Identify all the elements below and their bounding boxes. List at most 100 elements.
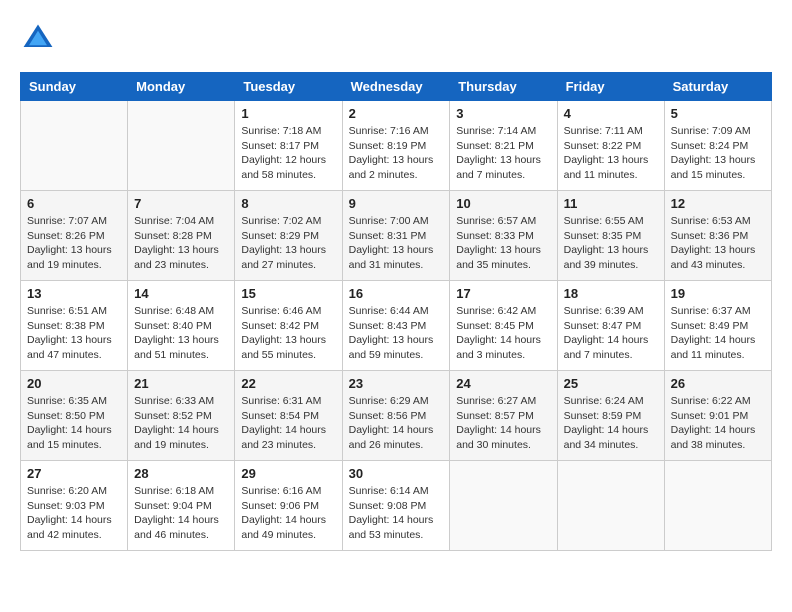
day-number: 26 bbox=[671, 376, 765, 391]
day-number: 2 bbox=[349, 106, 444, 121]
calendar-day-cell: 22 Sunrise: 6:31 AMSunset: 8:54 PMDayligh… bbox=[235, 371, 342, 461]
calendar-day-cell: 17 Sunrise: 6:42 AMSunset: 8:45 PMDayligh… bbox=[450, 281, 557, 371]
calendar-day-cell: 27 Sunrise: 6:20 AMSunset: 9:03 PMDayligh… bbox=[21, 461, 128, 551]
day-info: Sunrise: 6:24 AMSunset: 8:59 PMDaylight:… bbox=[564, 394, 658, 453]
day-number: 1 bbox=[241, 106, 335, 121]
calendar-day-cell: 28 Sunrise: 6:18 AMSunset: 9:04 PMDayligh… bbox=[128, 461, 235, 551]
day-number: 10 bbox=[456, 196, 550, 211]
calendar-day-cell: 13Sunrise: 6:51 AMSunset: 8:38 PMDayligh… bbox=[21, 281, 128, 371]
day-number: 18 bbox=[564, 286, 658, 301]
day-info: Sunrise: 7:00 AMSunset: 8:31 PMDaylight:… bbox=[349, 214, 444, 273]
calendar-day-cell: 5 Sunrise: 7:09 AMSunset: 8:24 PMDaylight… bbox=[664, 101, 771, 191]
calendar-day-cell: 14 Sunrise: 6:48 AMSunset: 8:40 PMDayligh… bbox=[128, 281, 235, 371]
calendar-day-cell: 10Sunrise: 6:57 AMSunset: 8:33 PMDayligh… bbox=[450, 191, 557, 281]
day-number: 5 bbox=[671, 106, 765, 121]
calendar-day-cell: 9 Sunrise: 7:00 AMSunset: 8:31 PMDaylight… bbox=[342, 191, 450, 281]
calendar-day-cell bbox=[664, 461, 771, 551]
calendar-day-cell: 11 Sunrise: 6:55 AMSunset: 8:35 PMDayligh… bbox=[557, 191, 664, 281]
day-info: Sunrise: 7:14 AMSunset: 8:21 PMDaylight:… bbox=[456, 124, 550, 183]
day-number: 23 bbox=[349, 376, 444, 391]
weekday-header-sunday: Sunday bbox=[21, 73, 128, 101]
day-info: Sunrise: 7:04 AMSunset: 8:28 PMDaylight:… bbox=[134, 214, 228, 273]
day-info: Sunrise: 6:14 AMSunset: 9:08 PMDaylight:… bbox=[349, 484, 444, 543]
day-number: 11 bbox=[564, 196, 658, 211]
day-info: Sunrise: 6:18 AMSunset: 9:04 PMDaylight:… bbox=[134, 484, 228, 543]
day-info: Sunrise: 6:48 AMSunset: 8:40 PMDaylight:… bbox=[134, 304, 228, 363]
page-header bbox=[20, 20, 772, 56]
calendar-day-cell: 30 Sunrise: 6:14 AMSunset: 9:08 PMDayligh… bbox=[342, 461, 450, 551]
day-info: Sunrise: 6:44 AMSunset: 8:43 PMDaylight:… bbox=[349, 304, 444, 363]
day-info: Sunrise: 7:16 AMSunset: 8:19 PMDaylight:… bbox=[349, 124, 444, 183]
day-info: Sunrise: 6:31 AMSunset: 8:54 PMDaylight:… bbox=[241, 394, 335, 453]
calendar-week-row: 20 Sunrise: 6:35 AMSunset: 8:50 PMDayligh… bbox=[21, 371, 772, 461]
day-info: Sunrise: 6:53 AMSunset: 8:36 PMDaylight:… bbox=[671, 214, 765, 273]
calendar-day-cell: 1 Sunrise: 7:18 AMSunset: 8:17 PMDaylight… bbox=[235, 101, 342, 191]
day-number: 28 bbox=[134, 466, 228, 481]
day-info: Sunrise: 6:29 AMSunset: 8:56 PMDaylight:… bbox=[349, 394, 444, 453]
day-number: 4 bbox=[564, 106, 658, 121]
day-info: Sunrise: 7:18 AMSunset: 8:17 PMDaylight:… bbox=[241, 124, 335, 183]
day-number: 24 bbox=[456, 376, 550, 391]
calendar-day-cell bbox=[21, 101, 128, 191]
logo-icon bbox=[20, 20, 56, 56]
day-number: 16 bbox=[349, 286, 444, 301]
day-number: 14 bbox=[134, 286, 228, 301]
day-number: 17 bbox=[456, 286, 550, 301]
calendar-day-cell bbox=[557, 461, 664, 551]
day-info: Sunrise: 6:55 AMSunset: 8:35 PMDaylight:… bbox=[564, 214, 658, 273]
day-info: Sunrise: 6:16 AMSunset: 9:06 PMDaylight:… bbox=[241, 484, 335, 543]
day-number: 29 bbox=[241, 466, 335, 481]
calendar-day-cell: 12 Sunrise: 6:53 AMSunset: 8:36 PMDayligh… bbox=[664, 191, 771, 281]
calendar-day-cell: 26 Sunrise: 6:22 AMSunset: 9:01 PMDayligh… bbox=[664, 371, 771, 461]
calendar-day-cell: 2 Sunrise: 7:16 AMSunset: 8:19 PMDaylight… bbox=[342, 101, 450, 191]
calendar-day-cell: 8 Sunrise: 7:02 AMSunset: 8:29 PMDaylight… bbox=[235, 191, 342, 281]
calendar-day-cell: 7 Sunrise: 7:04 AMSunset: 8:28 PMDaylight… bbox=[128, 191, 235, 281]
calendar-week-row: 27 Sunrise: 6:20 AMSunset: 9:03 PMDayligh… bbox=[21, 461, 772, 551]
calendar-day-cell: 15Sunrise: 6:46 AMSunset: 8:42 PMDayligh… bbox=[235, 281, 342, 371]
day-number: 12 bbox=[671, 196, 765, 211]
calendar-day-cell: 20 Sunrise: 6:35 AMSunset: 8:50 PMDayligh… bbox=[21, 371, 128, 461]
day-number: 8 bbox=[241, 196, 335, 211]
day-info: Sunrise: 6:27 AMSunset: 8:57 PMDaylight:… bbox=[456, 394, 550, 453]
weekday-header-row: SundayMondayTuesdayWednesdayThursdayFrid… bbox=[21, 73, 772, 101]
calendar-day-cell: 4 Sunrise: 7:11 AMSunset: 8:22 PMDaylight… bbox=[557, 101, 664, 191]
calendar-week-row: 6 Sunrise: 7:07 AMSunset: 8:26 PMDaylight… bbox=[21, 191, 772, 281]
day-number: 13 bbox=[27, 286, 121, 301]
calendar-day-cell: 21Sunrise: 6:33 AMSunset: 8:52 PMDayligh… bbox=[128, 371, 235, 461]
day-number: 9 bbox=[349, 196, 444, 211]
calendar-day-cell: 23 Sunrise: 6:29 AMSunset: 8:56 PMDayligh… bbox=[342, 371, 450, 461]
day-info: Sunrise: 6:42 AMSunset: 8:45 PMDaylight:… bbox=[456, 304, 550, 363]
day-number: 21 bbox=[134, 376, 228, 391]
calendar-day-cell: 18 Sunrise: 6:39 AMSunset: 8:47 PMDayligh… bbox=[557, 281, 664, 371]
weekday-header-tuesday: Tuesday bbox=[235, 73, 342, 101]
calendar-day-cell bbox=[450, 461, 557, 551]
day-number: 20 bbox=[27, 376, 121, 391]
day-number: 19 bbox=[671, 286, 765, 301]
day-info: Sunrise: 7:11 AMSunset: 8:22 PMDaylight:… bbox=[564, 124, 658, 183]
calendar-week-row: 13Sunrise: 6:51 AMSunset: 8:38 PMDayligh… bbox=[21, 281, 772, 371]
day-info: Sunrise: 6:37 AMSunset: 8:49 PMDaylight:… bbox=[671, 304, 765, 363]
day-number: 30 bbox=[349, 466, 444, 481]
day-info: Sunrise: 6:46 AMSunset: 8:42 PMDaylight:… bbox=[241, 304, 335, 363]
day-number: 27 bbox=[27, 466, 121, 481]
weekday-header-thursday: Thursday bbox=[450, 73, 557, 101]
calendar-day-cell: 16 Sunrise: 6:44 AMSunset: 8:43 PMDayligh… bbox=[342, 281, 450, 371]
weekday-header-friday: Friday bbox=[557, 73, 664, 101]
weekday-header-monday: Monday bbox=[128, 73, 235, 101]
day-number: 3 bbox=[456, 106, 550, 121]
day-info: Sunrise: 6:22 AMSunset: 9:01 PMDaylight:… bbox=[671, 394, 765, 453]
calendar-day-cell: 24 Sunrise: 6:27 AMSunset: 8:57 PMDayligh… bbox=[450, 371, 557, 461]
day-info: Sunrise: 7:02 AMSunset: 8:29 PMDaylight:… bbox=[241, 214, 335, 273]
day-number: 6 bbox=[27, 196, 121, 211]
day-info: Sunrise: 6:35 AMSunset: 8:50 PMDaylight:… bbox=[27, 394, 121, 453]
day-info: Sunrise: 7:07 AMSunset: 8:26 PMDaylight:… bbox=[27, 214, 121, 273]
day-number: 22 bbox=[241, 376, 335, 391]
calendar-day-cell: 29 Sunrise: 6:16 AMSunset: 9:06 PMDayligh… bbox=[235, 461, 342, 551]
day-number: 7 bbox=[134, 196, 228, 211]
day-info: Sunrise: 6:39 AMSunset: 8:47 PMDaylight:… bbox=[564, 304, 658, 363]
day-info: Sunrise: 7:09 AMSunset: 8:24 PMDaylight:… bbox=[671, 124, 765, 183]
weekday-header-saturday: Saturday bbox=[664, 73, 771, 101]
calendar-day-cell: 6 Sunrise: 7:07 AMSunset: 8:26 PMDaylight… bbox=[21, 191, 128, 281]
day-info: Sunrise: 6:20 AMSunset: 9:03 PMDaylight:… bbox=[27, 484, 121, 543]
calendar-day-cell: 19 Sunrise: 6:37 AMSunset: 8:49 PMDayligh… bbox=[664, 281, 771, 371]
